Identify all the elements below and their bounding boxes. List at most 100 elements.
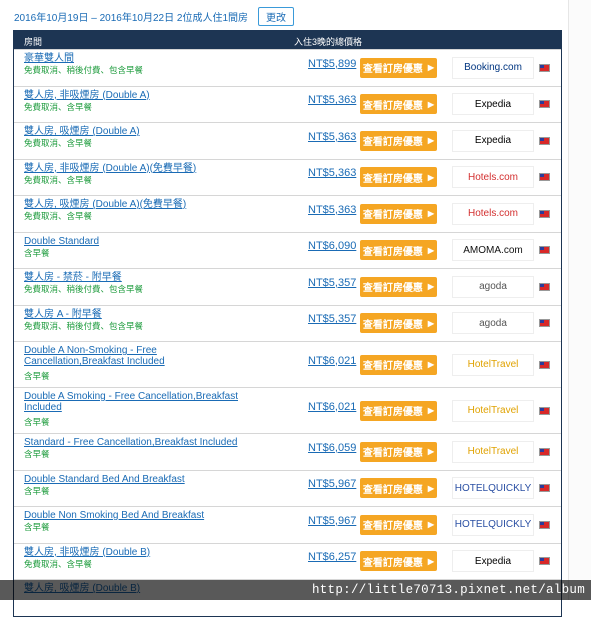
provider-logo[interactable]: Hotels.com	[452, 166, 534, 189]
provider-logo[interactable]: HOTELQUICKLY	[452, 513, 534, 536]
price-link[interactable]: NT$6,021	[308, 355, 356, 367]
room-name-link[interactable]: 雙人房, 吸煙房 (Double A)	[24, 126, 244, 137]
taiwan-flag-icon	[539, 246, 550, 255]
view-deal-label: 查看訂房優惠	[362, 448, 423, 460]
view-deal-button[interactable]: 查看訂房優惠 ▶	[360, 551, 437, 572]
view-deal-label: 查看訂房優惠	[362, 407, 423, 418]
view-deal-label: 查看訂房優惠	[362, 64, 423, 76]
room-conditions: 免費取消、含早餐	[24, 101, 93, 112]
room-conditions: 免費取消、含早餐	[24, 211, 93, 221]
view-deal-button[interactable]: 查看訂房優惠 ▶	[360, 240, 437, 261]
arrow-right-icon: ▶	[427, 282, 435, 292]
view-deal-button[interactable]: 查看訂房優惠 ▶	[360, 478, 437, 499]
room-conditions: 免費取消、稍後付費、包含早餐	[24, 65, 144, 75]
taiwan-flag-icon	[539, 319, 550, 328]
room-name-link[interactable]: 雙人房, 非吸煙房 (Double A)(免費早餐)	[24, 163, 244, 174]
arrow-right-icon: ▶	[427, 556, 435, 566]
arrow-right-icon: ▶	[427, 447, 435, 457]
table-header: 房間 入住3晚的總價格	[14, 30, 561, 49]
provider-logo[interactable]: agoda	[452, 275, 534, 298]
taiwan-flag-icon	[539, 557, 550, 566]
view-deal-label: 查看訂房優惠	[362, 100, 423, 112]
view-deal-button[interactable]: 查看訂房優惠 ▶	[360, 94, 437, 115]
price-link[interactable]: NT$5,363	[308, 167, 356, 179]
arrow-right-icon: ▶	[427, 318, 435, 328]
room-name-link[interactable]: Double Non Smoking Bed And Breakfast	[24, 510, 244, 521]
table-body: 豪華雙人間 免費取消、稍後付費、包含早餐 NT$5,899 查看訂房優惠 ▶ Bookin…	[14, 49, 561, 616]
view-deal-button[interactable]: 查看訂房優惠 ▶	[360, 167, 437, 188]
view-deal-label: 查看訂房優惠	[362, 173, 423, 185]
provider-logo[interactable]: HotelTravel	[452, 399, 534, 422]
provider-logo[interactable]: Expedia	[452, 550, 534, 573]
room-conditions: 免費取消、含早餐	[24, 558, 93, 569]
taiwan-flag-icon	[539, 100, 550, 109]
provider-logo[interactable]: Expedia	[452, 129, 534, 152]
price-link[interactable]: NT$6,021	[308, 401, 356, 413]
arrow-right-icon: ▶	[427, 136, 435, 146]
provider-logo[interactable]: AMOMA.com	[452, 239, 534, 262]
scrollbar-track[interactable]	[568, 0, 591, 600]
price-link[interactable]: NT$5,357	[308, 313, 356, 325]
room-name-link[interactable]: Double Standard	[24, 236, 244, 247]
view-deal-label: 查看訂房優惠	[362, 319, 423, 331]
room-name-link[interactable]: Double A Non-Smoking - Free Cancellation…	[24, 345, 244, 367]
change-button[interactable]: 更改	[258, 6, 295, 26]
provider-logo[interactable]: Booking.com	[452, 56, 534, 79]
price-link[interactable]: NT$6,090	[308, 240, 356, 252]
price-link[interactable]: NT$5,363	[308, 204, 356, 216]
room-name-link[interactable]: 雙人房, 非吸煙房 (Double B)	[24, 547, 244, 558]
view-deal-button[interactable]: 查看訂房優惠 ▶	[360, 514, 437, 535]
room-price-table: 房間 入住3晚的總價格 豪華雙人間 免費取消、稍後付費、包含早餐 NT$5,899 查…	[13, 30, 562, 617]
table-row: Double A Smoking - Free Cancellation,Bre…	[14, 387, 561, 433]
view-deal-button[interactable]: 查看訂房優惠 ▶	[360, 313, 437, 334]
price-link[interactable]: NT$6,059	[308, 442, 356, 454]
room-name-link[interactable]: Double A Smoking - Free Cancellation,Bre…	[24, 391, 244, 413]
provider-logo[interactable]: Expedia	[452, 93, 534, 116]
price-link[interactable]: NT$5,357	[308, 277, 356, 289]
taiwan-flag-icon	[539, 520, 550, 529]
view-deal-button[interactable]: 查看訂房優惠 ▶	[360, 400, 437, 421]
taiwan-flag-icon	[539, 282, 550, 291]
provider-logo[interactable]: HotelTravel	[452, 440, 534, 463]
price-link[interactable]: NT$5,967	[308, 515, 356, 527]
room-name-link[interactable]: 雙人房 - 禁菸 - 附早餐	[24, 272, 244, 283]
room-conditions: 免費取消、含早餐	[24, 174, 93, 185]
room-name-link[interactable]: 雙人房 A - 附早餐	[24, 309, 244, 320]
provider-logo[interactable]: Hotels.com	[452, 202, 534, 225]
table-row: Double A Non-Smoking - Free Cancellation…	[14, 341, 561, 387]
price-link[interactable]: NT$5,899	[308, 58, 356, 70]
view-deal-label: 查看訂房優惠	[362, 484, 423, 496]
room-name-link[interactable]: 雙人房, 吸煙房 (Double A)(免費早餐)	[24, 199, 244, 210]
view-deal-button[interactable]: 查看訂房優惠 ▶	[360, 441, 437, 462]
price-link[interactable]: NT$5,363	[308, 131, 356, 143]
view-deal-label: 查看訂房優惠	[362, 210, 423, 222]
view-deal-label: 查看訂房優惠	[362, 361, 423, 372]
header-price: 入住3晚的總價格	[294, 37, 363, 47]
room-name-link[interactable]: 雙人房, 非吸煙房 (Double A)	[24, 90, 244, 101]
room-conditions: 含早餐	[24, 371, 50, 381]
view-deal-button[interactable]: 查看訂房優惠 ▶	[360, 276, 437, 297]
room-name-link[interactable]: Standard - Free Cancellation,Breakfast I…	[24, 437, 244, 448]
taiwan-flag-icon	[539, 360, 550, 369]
arrow-right-icon: ▶	[427, 172, 435, 182]
price-link[interactable]: NT$6,257	[308, 551, 356, 563]
arrow-right-icon: ▶	[427, 63, 435, 73]
room-name-link[interactable]: Double Standard Bed And Breakfast	[24, 474, 244, 485]
price-link[interactable]: NT$5,363	[308, 94, 356, 106]
provider-logo[interactable]: agoda	[452, 312, 534, 335]
view-deal-button[interactable]: 查看訂房優惠 ▶	[360, 57, 437, 78]
room-name-link[interactable]: 豪華雙人間	[24, 53, 244, 64]
table-row: Double Standard 含早餐 NT$6,090 查看訂房優惠 ▶ AMOMA.c…	[14, 231, 561, 268]
provider-logo[interactable]: HotelTravel	[452, 353, 534, 376]
view-deal-button[interactable]: 查看訂房優惠 ▶	[360, 354, 437, 375]
provider-logo[interactable]: HOTELQUICKLY	[452, 477, 534, 500]
price-link[interactable]: NT$5,967	[308, 478, 356, 490]
table-row: 雙人房, 吸煙房 (Double A) 免費取消、含早餐 NT$5,363 查看訂房優…	[14, 122, 561, 159]
view-deal-button[interactable]: 查看訂房優惠 ▶	[360, 130, 437, 151]
view-deal-button[interactable]: 查看訂房優惠 ▶	[360, 203, 437, 224]
taiwan-flag-icon	[539, 63, 550, 72]
room-conditions: 免費取消、含早餐	[24, 138, 93, 148]
stay-summary-bar: 2016年10月19日 – 2016年10月22日 2位成人住1間房 更改	[14, 6, 295, 26]
view-deal-label: 查看訂房優惠	[362, 521, 423, 533]
table-row: Standard - Free Cancellation,Breakfast I…	[14, 433, 561, 470]
